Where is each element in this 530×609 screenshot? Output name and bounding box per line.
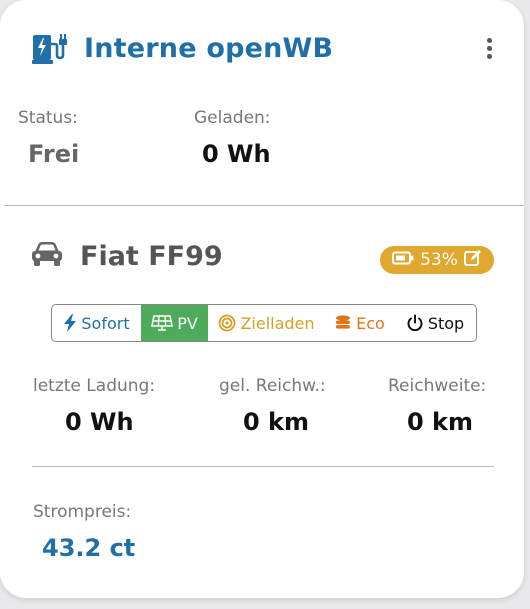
stats-divider — [32, 466, 494, 467]
car-icon — [32, 241, 62, 271]
status-label: Status: — [18, 108, 78, 128]
vehicle-name: Fiat FF99 — [80, 240, 223, 272]
mode-stop-button[interactable]: Stop — [394, 305, 476, 341]
mode-label: Stop — [427, 313, 465, 333]
last-charge-label: letzte Ladung: — [33, 376, 156, 396]
card-header: Interne openWB — [32, 28, 333, 68]
charging-station-icon — [32, 31, 70, 65]
more-vertical-icon[interactable] — [482, 36, 500, 62]
mode-pv-button[interactable]: PV — [141, 305, 208, 341]
mode-label: Sofort — [81, 313, 130, 333]
section-divider — [4, 205, 524, 206]
battery-icon — [392, 250, 414, 270]
mode-label: PV — [177, 313, 198, 333]
charge-point-card: Interne openWB Status: Frei Geladen: 0 W… — [0, 0, 524, 598]
soc-value: 53% — [420, 250, 458, 270]
charge-mode-selector: Sofort PV Zielladen Eco Stop — [51, 304, 477, 342]
range-label: Reichweite: — [388, 376, 487, 396]
charged-label: Geladen: — [194, 108, 271, 128]
status-value: Frei — [28, 140, 80, 168]
charged-value: 0 Wh — [202, 140, 271, 168]
range-charged-label: gel. Reichw.: — [219, 376, 326, 396]
vehicle-header: Fiat FF99 — [32, 236, 223, 276]
target-icon — [218, 314, 236, 332]
range-charged-value: 0 km — [243, 408, 310, 436]
mode-eco-button[interactable]: Eco — [325, 305, 394, 341]
power-icon — [406, 314, 424, 332]
soc-badge[interactable]: 53% — [380, 246, 494, 274]
mode-label: Zielladen — [240, 313, 315, 333]
edit-icon[interactable] — [463, 249, 482, 272]
mode-label: Eco — [356, 313, 385, 333]
bolt-icon — [63, 314, 77, 332]
mode-sofort-button[interactable]: Sofort — [52, 305, 141, 341]
range-value: 0 km — [407, 408, 474, 436]
price-label: Strompreis: — [33, 502, 132, 522]
solar-panel-icon — [151, 315, 174, 331]
coins-icon — [334, 314, 352, 332]
page-title: Interne openWB — [84, 32, 334, 64]
mode-zielladen-button[interactable]: Zielladen — [208, 305, 325, 341]
last-charge-value: 0 Wh — [65, 408, 134, 436]
price-value: 43.2 ct — [42, 534, 136, 562]
